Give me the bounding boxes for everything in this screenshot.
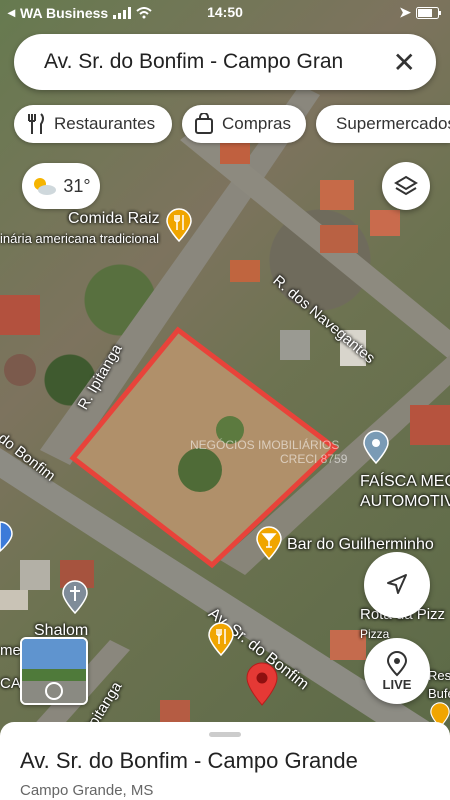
selected-location-pin-icon[interactable]	[246, 662, 278, 711]
search-query[interactable]: Av. Sr. do Bonfim - Campo Grande	[44, 50, 344, 74]
place-bottom-sheet[interactable]: Av. Sr. do Bonfim - Campo Grande Campo G…	[0, 722, 450, 800]
search-bar[interactable]: Av. Sr. do Bonfim - Campo Grande ✕	[14, 34, 436, 90]
watermark-line-1: NEGÓCIOS IMOBILIÁRIOS	[190, 438, 340, 452]
blue-pin-icon[interactable]	[0, 520, 14, 557]
watermark-line-2: CRECI 8759	[280, 452, 348, 466]
navigation-arrow-icon	[387, 574, 407, 594]
my-location-button[interactable]	[364, 552, 430, 618]
place-bar-guilherminho[interactable]: Bar do Guilherminho	[287, 536, 434, 554]
fork-knife-icon	[28, 113, 44, 134]
place-left-edge-1: me	[0, 642, 21, 659]
live-view-button[interactable]: LIVE	[364, 638, 430, 704]
place-faisca-line2: AUTOMOTIV	[360, 493, 450, 510]
shopping-bag-icon	[195, 113, 213, 134]
partly-sunny-icon	[34, 178, 57, 195]
battery-icon	[416, 6, 441, 19]
chip-compras-label: Compras	[222, 114, 291, 133]
drag-handle[interactable]	[209, 732, 241, 737]
place-subtitle: Campo Grande, MS	[20, 782, 154, 799]
live-pin-icon	[386, 650, 408, 676]
restaurant-pin-icon[interactable]	[166, 208, 192, 247]
church-pin-icon[interactable]	[62, 580, 88, 619]
place-comida-raiz[interactable]: Comida Raiz	[68, 210, 160, 228]
chip-compras[interactable]: Compras	[182, 105, 306, 143]
place-bufe: Bufe	[428, 686, 450, 701]
chip-restaurantes-label: Restaurantes	[54, 114, 156, 133]
chip-restaurantes[interactable]: Restaurantes	[14, 105, 172, 143]
place-rota-pizza-line2: Pizza	[360, 627, 390, 641]
weather-badge[interactable]: 31°	[22, 163, 100, 209]
place-title: Av. Sr. do Bonfim - Campo Grande	[20, 748, 358, 773]
place-comida-raiz-desc: inária americana tradicional	[0, 231, 159, 246]
status-bar: ◂ WA Business 14:50 ➤	[0, 0, 450, 26]
place-resi[interactable]: Resi	[428, 668, 450, 683]
chip-supermercados-label: Supermercados	[336, 114, 450, 133]
restaurant-pin-2-icon[interactable]	[208, 622, 234, 661]
street-view-thumbnail[interactable]	[20, 637, 88, 705]
layers-button[interactable]	[382, 162, 430, 210]
location-arrow-icon: ➤	[399, 4, 411, 20]
close-icon[interactable]: ✕	[393, 46, 416, 79]
chip-supermercados[interactable]: Supermercados	[316, 105, 450, 143]
place-faisca-line1[interactable]: FAÍSCA MEC	[360, 473, 450, 491]
bar-pin-icon[interactable]	[256, 526, 282, 565]
clock: 14:50	[207, 4, 243, 20]
weather-temp: 31°	[63, 175, 91, 196]
place-pin-icon[interactable]	[363, 430, 389, 469]
live-label: LIVE	[382, 676, 412, 692]
layers-icon	[394, 175, 418, 196]
watermark: NEGÓCIOS IMOBILIÁRIOS CRECI 8759	[190, 438, 347, 466]
